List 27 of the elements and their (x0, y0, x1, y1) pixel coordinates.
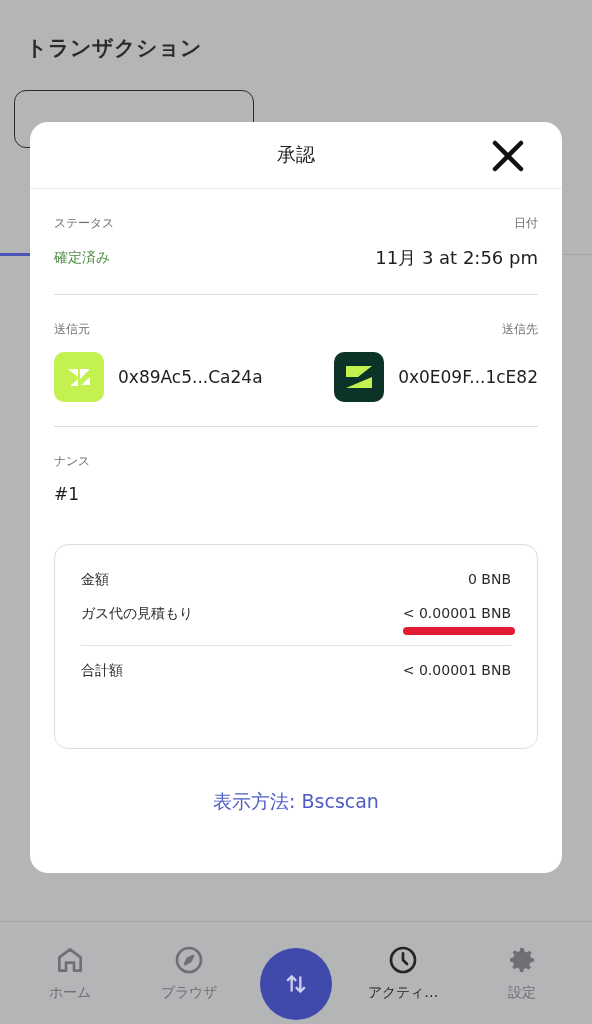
status-value: 確定済み (54, 249, 110, 267)
wallet-avatar-icon (334, 352, 385, 402)
to-address: 0x0E09F...1cE82 (398, 367, 538, 387)
explorer-link[interactable]: 表示方法: Bscscan (213, 789, 379, 815)
close-button[interactable] (490, 138, 526, 174)
date-value: 11月 3 at 2:56 pm (375, 246, 538, 270)
summary-label: 合計額 (81, 662, 123, 680)
status-label: ステータス (54, 215, 114, 232)
summary-value: < 0.00001 BNB (402, 605, 511, 637)
nonce-value: #1 (54, 484, 81, 504)
summary-label: 金額 (81, 571, 109, 589)
nav-tab[interactable]: ブラウザ (140, 944, 237, 1002)
to-label: 送信先 (502, 321, 538, 338)
summary-value: < 0.00001 BNB (402, 662, 511, 678)
wallet-avatar-icon (54, 352, 104, 402)
from-label: 送信元 (54, 321, 90, 338)
page-title: トランザクション (26, 35, 203, 62)
nav-tab[interactable]: アクティ… (355, 944, 452, 1002)
nav-tab[interactable]: ホーム (21, 944, 118, 1002)
close-icon (490, 138, 526, 174)
nav-tab[interactable]: 設定 (474, 944, 571, 1002)
from-address: 0x89Ac5...Ca24a (118, 367, 263, 387)
summary-label: ガス代の見積もり (81, 605, 193, 623)
dialog-title: 承認 (277, 142, 315, 167)
date-label: 日付 (514, 215, 538, 232)
summary-value: 0 BNB (467, 571, 511, 587)
nonce-label: ナンス (54, 453, 91, 470)
